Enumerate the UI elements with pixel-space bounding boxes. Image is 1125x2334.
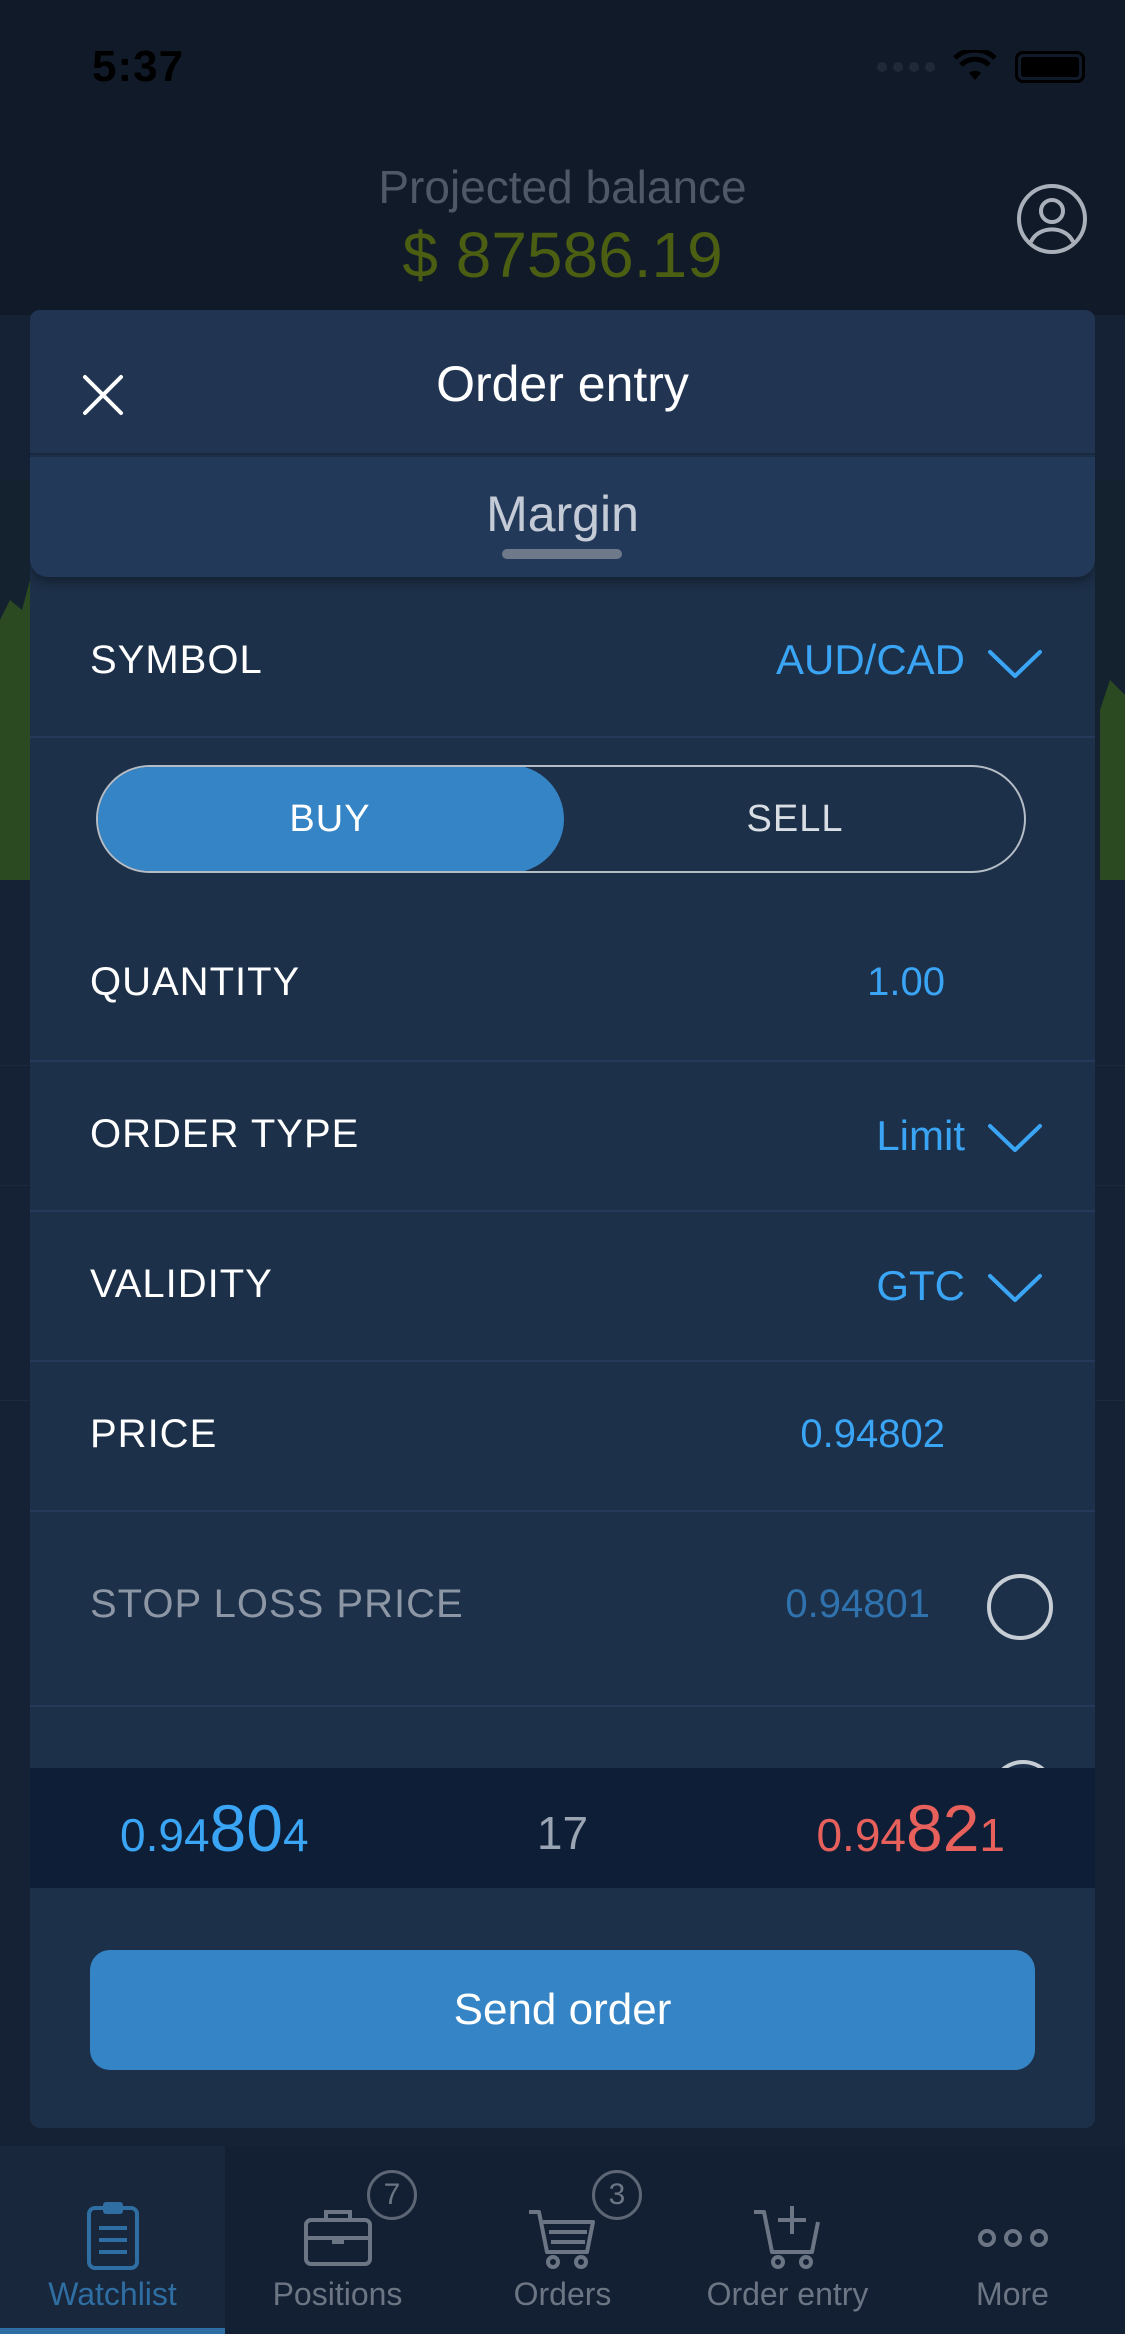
send-order-button[interactable]: Send order bbox=[90, 1950, 1035, 2070]
header: Projected balance $ 87586.19 bbox=[0, 130, 1125, 315]
more-dots-icon bbox=[978, 2229, 1048, 2247]
tab-positions[interactable]: 7 Positions bbox=[225, 2146, 450, 2334]
stop-loss-label: STOP LOSS PRICE bbox=[90, 1582, 464, 1626]
account-segment[interactable]: Margin bbox=[30, 457, 1095, 577]
briefcase-icon bbox=[304, 2210, 372, 2266]
quantity-input[interactable]: 1.00 bbox=[867, 960, 945, 1005]
side-toggle[interactable]: BUY SELL bbox=[96, 765, 1026, 873]
status-icons bbox=[877, 50, 1085, 84]
segment-label: Margin bbox=[486, 486, 639, 542]
chevron-down-icon[interactable] bbox=[987, 1122, 1043, 1154]
price-input[interactable]: 0.94802 bbox=[800, 1412, 945, 1457]
cellular-signal-icon bbox=[877, 62, 935, 72]
validity-label: VALIDITY bbox=[90, 1262, 273, 1306]
sell-button[interactable]: SELL bbox=[564, 767, 1024, 871]
orders-badge: 3 bbox=[592, 2170, 642, 2220]
modal-header: Order entry bbox=[30, 310, 1095, 455]
stop-loss-input[interactable]: 0.94801 bbox=[785, 1582, 930, 1627]
status-bar: 5:37 bbox=[0, 0, 1125, 130]
positions-badge: 7 bbox=[367, 2170, 417, 2220]
active-tab-indicator bbox=[0, 2328, 225, 2334]
tab-order-entry[interactable]: Order entry bbox=[675, 2146, 900, 2334]
tab-more[interactable]: More bbox=[900, 2146, 1125, 2334]
tab-label: Order entry bbox=[706, 2276, 869, 2312]
wifi-icon bbox=[953, 50, 997, 80]
modal-title: Order entry bbox=[436, 356, 689, 412]
chevron-down-icon[interactable] bbox=[987, 1272, 1043, 1304]
order-type-label: ORDER TYPE bbox=[90, 1112, 360, 1156]
tab-label: Positions bbox=[272, 2276, 403, 2312]
tab-orders[interactable]: 3 Orders bbox=[450, 2146, 675, 2334]
tab-watchlist[interactable]: Watchlist bbox=[0, 2146, 225, 2334]
tab-label: More bbox=[976, 2276, 1049, 2312]
stop-loss-radio[interactable] bbox=[987, 1574, 1053, 1640]
cart-icon bbox=[529, 2210, 595, 2269]
profile-icon[interactable] bbox=[1015, 182, 1089, 256]
chevron-down-icon[interactable] bbox=[987, 648, 1043, 680]
order-entry-modal: Order entry Margin SYMBOL AUD/CAD BUY SE… bbox=[30, 310, 1095, 2128]
clipboard-list-icon bbox=[87, 2202, 139, 2270]
battery-icon bbox=[1015, 51, 1085, 83]
order-type-value[interactable]: Limit bbox=[876, 1112, 965, 1160]
quantity-label: QUANTITY bbox=[90, 960, 301, 1004]
tab-label: Watchlist bbox=[48, 2276, 177, 2312]
validity-row[interactable]: VALIDITY GTC bbox=[30, 1212, 1095, 1362]
status-time: 5:37 bbox=[92, 42, 185, 91]
price-row[interactable]: PRICE 0.94802 bbox=[30, 1362, 1095, 1512]
buy-button[interactable]: BUY bbox=[98, 767, 564, 871]
balance-value: $ 87586.19 bbox=[402, 219, 723, 291]
quantity-row[interactable]: QUANTITY 1.00 bbox=[30, 910, 1095, 1062]
quote-bar: 0.94804 17 0.94821 bbox=[30, 1768, 1095, 1888]
validity-value[interactable]: GTC bbox=[876, 1262, 965, 1310]
segment-indicator bbox=[502, 549, 622, 559]
stop-loss-row[interactable]: STOP LOSS PRICE 0.94801 bbox=[30, 1512, 1095, 1707]
tab-bar: Watchlist 7 Positions 3 Orders Order ent… bbox=[0, 2146, 1125, 2334]
tab-label: Orders bbox=[513, 2276, 612, 2312]
symbol-value[interactable]: AUD/CAD bbox=[776, 636, 965, 684]
balance-label: Projected balance bbox=[378, 161, 747, 213]
cart-plus-icon bbox=[754, 2206, 820, 2269]
symbol-label: SYMBOL bbox=[90, 638, 263, 682]
ask-price[interactable]: 0.94821 bbox=[816, 1790, 1005, 1866]
order-type-row[interactable]: ORDER TYPE Limit bbox=[30, 1062, 1095, 1212]
price-label: PRICE bbox=[90, 1412, 218, 1456]
symbol-row[interactable]: SYMBOL AUD/CAD bbox=[30, 578, 1095, 738]
